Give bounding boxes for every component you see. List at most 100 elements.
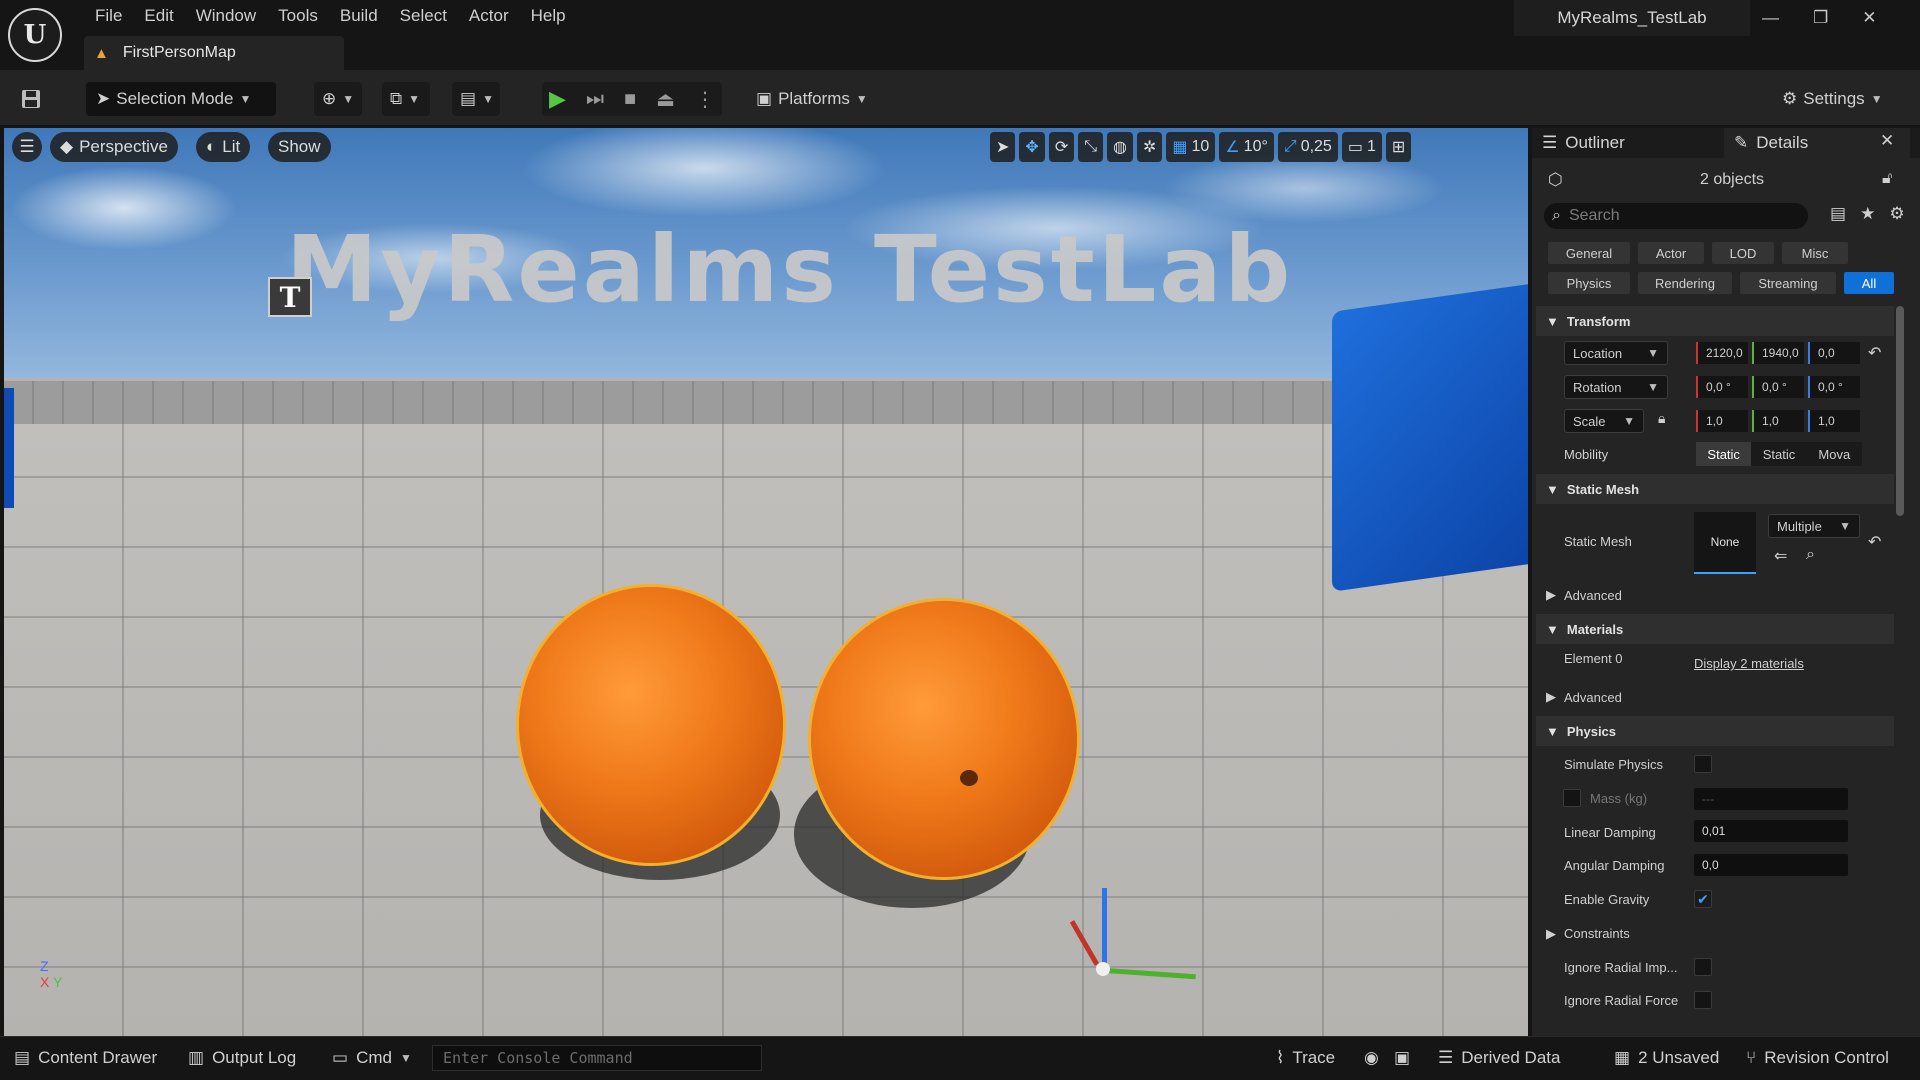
display-materials-link[interactable]: Display 2 materials [1694,656,1804,671]
location-mode-dropdown[interactable]: Location ▼ [1564,341,1668,365]
constraints-label[interactable]: Constraints [1564,926,1630,941]
scale-z[interactable]: 1,0 [1808,410,1860,432]
restore-icon[interactable]: ❐ [1813,8,1828,28]
mobility-movable[interactable]: Mova [1807,442,1862,466]
menu-actor[interactable]: Actor [458,4,520,28]
record-icon[interactable]: ◉ [1364,1048,1379,1068]
use-selected-icon[interactable]: ⇐ [1774,546,1787,566]
table-view-icon[interactable]: ▤ [1830,204,1846,224]
mass-field[interactable]: --- [1694,788,1848,810]
play-icon[interactable]: ▶ [549,86,566,112]
scale-lock-icon[interactable]: 🔒︎ [1658,410,1665,427]
scale-tool[interactable]: ⤡ [1078,132,1104,162]
filter-general[interactable]: General [1548,242,1630,264]
ignore-radial-impulse-checkbox[interactable] [1694,958,1712,976]
scale-snap-toggle[interactable]: ⤢ 0,25 [1277,132,1338,162]
more-options-icon[interactable]: ⋮ [695,87,715,112]
scale-y[interactable]: 1,0 [1752,410,1804,432]
scale-x[interactable]: 1,0 [1696,410,1748,432]
expand-icon[interactable]: ▶ [1546,926,1556,942]
minimize-icon[interactable]: — [1762,8,1779,28]
world-text-actor[interactable]: MyRealms TestLab [286,216,1293,323]
trace-button[interactable]: ⌇ Trace [1276,1048,1335,1068]
cmd-dropdown[interactable]: ▭ Cmd ▼ [332,1048,412,1068]
rotation-mode-dropdown[interactable]: Rotation ▼ [1564,375,1668,399]
unsaved-button[interactable]: ▦ 2 Unsaved [1614,1048,1719,1068]
translate-tool[interactable]: ✥ [1019,132,1045,162]
rotation-y[interactable]: 0,0 ° [1752,376,1804,398]
blue-cube-left-actor[interactable] [4,388,14,508]
platforms-dropdown[interactable]: ▣ Platforms ▼ [756,82,886,116]
materials-advanced[interactable]: Advanced [1564,690,1622,705]
content-drawer-button[interactable]: ▤ Content Drawer [14,1048,157,1068]
mass-override-checkbox[interactable] [1563,789,1581,807]
section-static-mesh[interactable]: ▼ Static Mesh [1536,474,1894,504]
lock-icon[interactable]: 🔓︎ [1882,170,1892,188]
output-log-button[interactable]: ▥ Output Log [188,1048,296,1068]
console-input[interactable]: Enter Console Command [432,1045,762,1071]
filter-lod[interactable]: LOD [1712,242,1774,264]
scale-mode-dropdown[interactable]: Scale ▼ [1564,409,1644,433]
step-icon[interactable]: ⏭ [586,88,604,111]
gizmo-center[interactable] [1096,962,1110,976]
cinematics-button[interactable]: ▤ ▼ [452,82,500,116]
settings-dropdown[interactable]: ⚙ Settings ▼ [1782,82,1898,116]
close-window-icon[interactable]: ✕ [1862,8,1876,28]
rotate-tool[interactable]: ⟳ [1048,132,1075,162]
filter-streaming[interactable]: Streaming [1740,272,1836,294]
location-y[interactable]: 1940,0 [1752,342,1804,364]
show-button[interactable]: Show [268,132,331,162]
close-icon[interactable]: ✕ [1880,131,1894,151]
map-tab[interactable]: ▲ FirstPersonMap [84,36,344,70]
lit-button[interactable]: ◐ Lit [196,132,251,162]
stop-icon[interactable]: ■ [624,88,636,111]
menu-build[interactable]: Build [329,4,389,28]
grid-snap-toggle[interactable]: ▦ 10 [1166,132,1216,162]
static-mesh-advanced[interactable]: Advanced [1564,588,1622,603]
mobility-stationary[interactable]: Static [1751,442,1806,466]
filter-actor[interactable]: Actor [1638,242,1704,264]
derived-data-button[interactable]: ☰ Derived Data [1438,1048,1560,1068]
select-tool[interactable]: ➤ [990,132,1016,162]
menu-edit[interactable]: Edit [133,4,184,28]
ignore-radial-force-checkbox[interactable] [1694,991,1712,1009]
screenshot-icon[interactable]: ▣ [1394,1048,1410,1068]
orange-mesh-actor[interactable] [516,584,786,866]
section-materials[interactable]: ▼ Materials [1536,614,1894,644]
filter-physics[interactable]: Physics [1548,272,1630,294]
orange-mesh-actor[interactable] [808,598,1080,880]
filter-rendering[interactable]: Rendering [1638,272,1732,294]
simulate-physics-checkbox[interactable] [1694,755,1712,773]
menu-tools[interactable]: Tools [267,4,329,28]
details-search-input[interactable]: ⌕ Search [1544,203,1808,229]
tab-outliner[interactable]: ☰ Outliner [1532,128,1722,158]
save-icon[interactable] [20,82,42,116]
surface-snap-toggle[interactable]: ✲ [1137,132,1163,162]
blue-cube-actor[interactable] [1332,284,1528,592]
text-render-actor-icon[interactable]: T [268,277,312,317]
location-x[interactable]: 2120,0 [1696,342,1748,364]
viewport-menu-button[interactable]: ☰ [12,132,42,162]
details-scrollbar[interactable] [1896,306,1904,516]
eject-icon[interactable]: ⏏ [656,87,675,112]
section-physics[interactable]: ▼ Physics [1536,716,1894,746]
world-space-toggle[interactable]: ◍ [1107,132,1133,162]
static-mesh-thumbnail[interactable]: None [1694,512,1756,574]
section-transform[interactable]: ▼ Transform [1536,306,1894,336]
menu-select[interactable]: Select [389,4,458,28]
gizmo-z-axis[interactable] [1102,888,1107,968]
filter-all[interactable]: All [1844,272,1894,294]
menu-window[interactable]: Window [185,4,267,28]
expand-icon[interactable]: ▶ [1546,689,1556,705]
reset-icon[interactable]: ↶ [1868,343,1881,363]
add-actor-button[interactable]: ⊕ ▼ [314,82,362,116]
menu-help[interactable]: Help [520,4,577,28]
rotation-x[interactable]: 0,0 ° [1696,376,1748,398]
reset-icon[interactable]: ↶ [1868,532,1881,552]
angular-damping-field[interactable]: 0,0 [1694,854,1848,876]
selection-mode-dropdown[interactable]: ➤ Selection Mode ▼ [86,82,276,116]
star-icon[interactable]: ★ [1860,204,1875,224]
mobility-static[interactable]: Static [1696,442,1752,466]
enable-gravity-checkbox[interactable]: ✔ [1694,890,1712,908]
revision-control-button[interactable]: ⑂ Revision Control [1746,1048,1889,1068]
